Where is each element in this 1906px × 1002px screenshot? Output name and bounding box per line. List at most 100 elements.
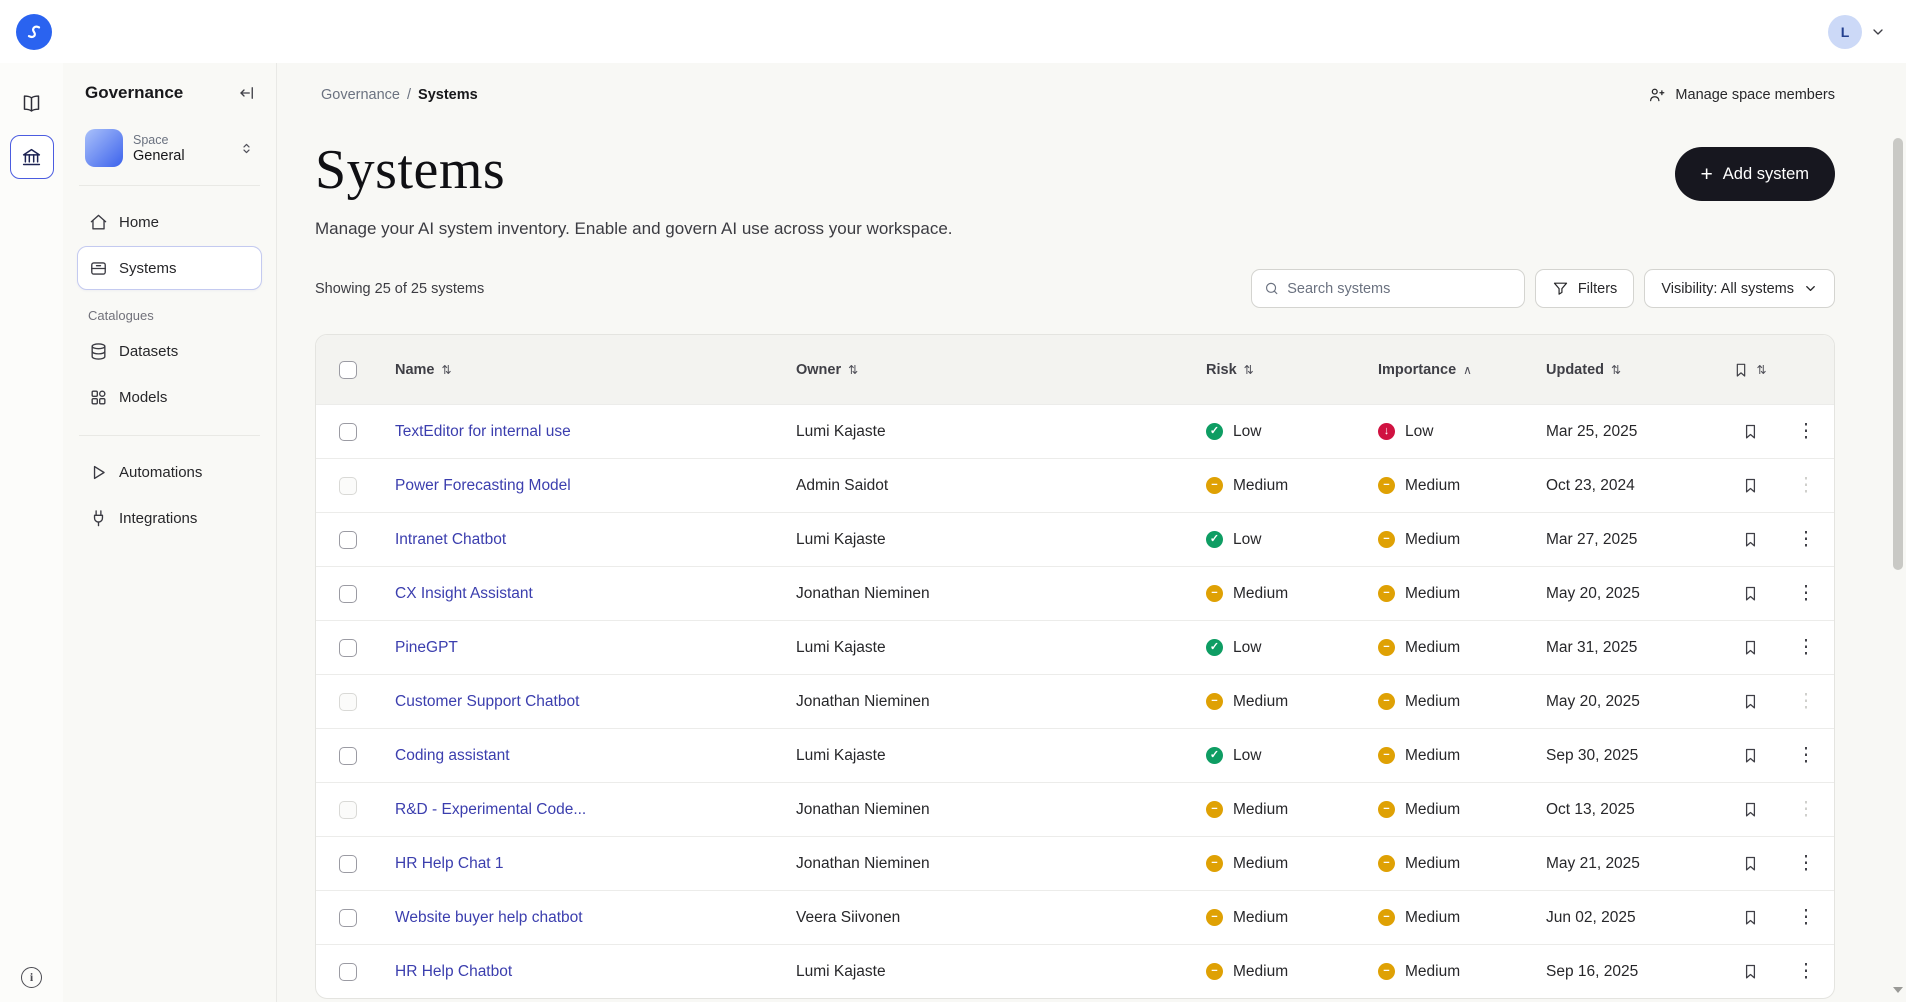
row-actions-button[interactable]: ⋮ — [1793, 418, 1820, 445]
table-row: Customer Support Chatbot Jonathan Niemin… — [316, 674, 1834, 728]
system-name-link[interactable]: CX Insight Assistant — [395, 585, 533, 603]
system-name-link[interactable]: Coding assistant — [395, 747, 510, 765]
sidebar-item-automations[interactable]: Automations — [77, 450, 262, 494]
row-checkbox[interactable] — [339, 692, 357, 711]
breadcrumb-governance[interactable]: Governance — [321, 87, 400, 103]
table-header: Name ⇅ Owner ⇅ Risk ⇅ Importance ∧ Updat… — [316, 335, 1834, 404]
updated-cell: Mar 25, 2025 — [1546, 422, 1638, 440]
bookmark-button[interactable] — [1738, 635, 1763, 660]
row-actions-button[interactable]: ⋮ — [1793, 796, 1820, 823]
row-actions-button[interactable]: ⋮ — [1793, 580, 1820, 607]
row-actions-button[interactable]: ⋮ — [1793, 958, 1820, 985]
risk-level-icon: − — [1206, 909, 1223, 926]
column-header-importance[interactable]: Importance ∧ — [1378, 362, 1546, 378]
updated-cell: May 20, 2025 — [1546, 584, 1640, 602]
column-header-owner[interactable]: Owner ⇅ — [796, 362, 1206, 378]
table-body: TextEditor for internal use Lumi Kajaste… — [316, 404, 1834, 998]
system-name-link[interactable]: Power Forecasting Model — [395, 477, 571, 495]
system-name-link[interactable]: PineGPT — [395, 639, 458, 657]
search-input[interactable] — [1287, 280, 1512, 297]
risk-cell: − Medium — [1206, 855, 1378, 873]
row-checkbox[interactable] — [339, 908, 357, 927]
row-checkbox[interactable] — [339, 962, 357, 981]
bookmark-button[interactable] — [1738, 797, 1763, 822]
sidebar-collapse-icon[interactable] — [238, 84, 256, 102]
row-actions-button[interactable]: ⋮ — [1793, 742, 1820, 769]
row-actions-button[interactable]: ⋮ — [1793, 688, 1820, 715]
risk-cell: ✓ Low — [1206, 531, 1378, 549]
owner-cell: Lumi Kajaste — [796, 962, 886, 980]
importance-cell: − Medium — [1378, 855, 1546, 873]
bookmark-icon — [1745, 964, 1755, 979]
row-actions-button[interactable]: ⋮ — [1793, 850, 1820, 877]
importance-level-icon: − — [1378, 963, 1395, 980]
column-header-risk[interactable]: Risk ⇅ — [1206, 362, 1378, 378]
account-menu-chevron-icon[interactable] — [1870, 24, 1886, 40]
governance-bank-icon[interactable] — [9, 135, 54, 179]
sidebar-item-integrations[interactable]: Integrations — [77, 496, 262, 540]
column-header-bookmark[interactable]: ⇅ — [1722, 362, 1778, 378]
page-title: Systems — [315, 139, 506, 201]
sidebar-item-label: Integrations — [119, 509, 198, 527]
system-name-link[interactable]: TextEditor for internal use — [395, 423, 571, 441]
space-selector[interactable]: Space General — [79, 125, 260, 171]
info-icon[interactable]: i — [21, 967, 42, 988]
library-book-icon[interactable] — [10, 81, 54, 125]
sidebar-item-datasets[interactable]: Datasets — [77, 329, 262, 373]
row-checkbox[interactable] — [339, 422, 357, 441]
risk-level-icon: − — [1206, 801, 1223, 818]
row-actions-button[interactable]: ⋮ — [1793, 634, 1820, 661]
scrollbar-down-arrow-icon[interactable] — [1891, 983, 1904, 996]
risk-cell: − Medium — [1206, 963, 1378, 981]
bookmark-button[interactable] — [1738, 959, 1763, 984]
system-name-link[interactable]: HR Help Chatbot — [395, 963, 512, 981]
sidebar-item-home[interactable]: Home — [77, 200, 262, 244]
importance-level-icon: − — [1378, 531, 1395, 548]
add-system-button[interactable]: + Add system — [1674, 147, 1835, 201]
bookmark-button[interactable] — [1738, 581, 1763, 606]
row-checkbox[interactable] — [339, 746, 357, 765]
select-all-checkbox[interactable] — [339, 360, 357, 379]
bookmark-button[interactable] — [1738, 689, 1763, 714]
row-actions-button[interactable]: ⋮ — [1793, 472, 1820, 499]
system-name-link[interactable]: Customer Support Chatbot — [395, 693, 579, 711]
row-checkbox[interactable] — [339, 638, 357, 657]
system-name-link[interactable]: Intranet Chatbot — [395, 531, 506, 549]
system-name-link[interactable]: Website buyer help chatbot — [395, 909, 583, 927]
sidebar-item-label: Automations — [119, 463, 203, 481]
row-checkbox[interactable] — [339, 854, 357, 873]
row-actions-button[interactable]: ⋮ — [1793, 904, 1820, 931]
row-checkbox[interactable] — [339, 800, 357, 819]
sidebar-title: Governance — [85, 83, 184, 102]
visibility-dropdown[interactable]: Visibility: All systems — [1644, 269, 1835, 308]
importance-cell: ↓ Low — [1378, 423, 1546, 441]
filters-button[interactable]: Filters — [1534, 269, 1635, 308]
bookmark-button[interactable] — [1738, 527, 1763, 552]
risk-level-icon: − — [1206, 963, 1223, 980]
page-subtitle: Manage your AI system inventory. Enable … — [315, 219, 953, 238]
system-name-link[interactable]: R&D - Experimental Code... — [395, 801, 586, 819]
bookmark-button[interactable] — [1738, 419, 1763, 444]
column-header-name[interactable]: Name ⇅ — [380, 362, 796, 378]
importance-level-icon: − — [1378, 639, 1395, 656]
row-checkbox[interactable] — [339, 584, 357, 603]
bookmark-button[interactable] — [1738, 851, 1763, 876]
row-actions-button[interactable]: ⋮ — [1793, 526, 1820, 553]
bookmark-icon — [1745, 748, 1755, 763]
column-header-updated[interactable]: Updated ⇅ — [1546, 362, 1722, 378]
search-icon — [1265, 282, 1278, 295]
bookmark-button[interactable] — [1738, 473, 1763, 498]
bookmark-button[interactable] — [1738, 905, 1763, 930]
sidebar-item-systems[interactable]: Systems — [77, 246, 262, 290]
bookmark-button[interactable] — [1738, 743, 1763, 768]
row-checkbox[interactable] — [339, 530, 357, 549]
system-name-link[interactable]: HR Help Chat 1 — [395, 855, 504, 873]
importance-cell: − Medium — [1378, 639, 1546, 657]
user-avatar[interactable]: L — [1828, 14, 1862, 49]
updated-cell: Sep 16, 2025 — [1546, 962, 1639, 980]
manage-space-members-button[interactable]: Manage space members — [1648, 86, 1835, 104]
sidebar-item-models[interactable]: Models — [77, 375, 262, 419]
row-checkbox[interactable] — [339, 476, 357, 495]
risk-cell: − Medium — [1206, 909, 1378, 927]
scrollbar-thumb[interactable] — [1893, 138, 1903, 570]
